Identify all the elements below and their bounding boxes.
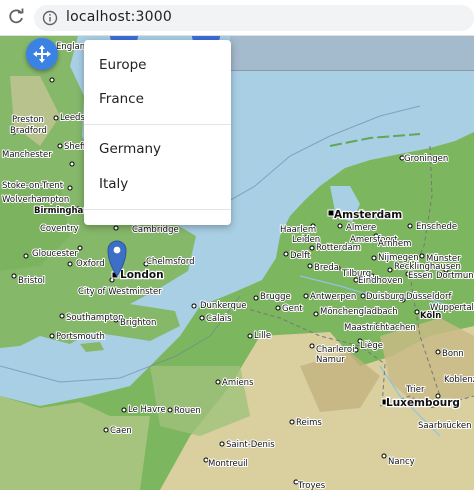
map-label-stoke: Stoke-on-Trent bbox=[2, 181, 64, 191]
map-top-overlay bbox=[230, 36, 474, 71]
map-view[interactable]: England Preston Leeds Bradford Mancheste… bbox=[0, 36, 474, 490]
map-label-almere: Almere bbox=[346, 223, 376, 233]
map-label-wolverhampton: Wolverhampton bbox=[2, 195, 69, 205]
map-label-liege: Liège bbox=[360, 340, 383, 351]
map-label-preston: Preston bbox=[12, 115, 44, 125]
map-label-maastricht: Maastricht bbox=[344, 323, 389, 333]
map-label-saarbrucken: Saarbrücken bbox=[418, 421, 472, 431]
map-label-coventry: Coventry bbox=[40, 224, 79, 234]
map-label-gent: Gent bbox=[282, 304, 303, 314]
map-label-caen: Caen bbox=[110, 426, 132, 436]
map-label-bristol: Bristol bbox=[18, 276, 45, 286]
map-label-rouen: Rouen bbox=[174, 406, 201, 416]
map-label-antwerpen: Antwerpen bbox=[310, 292, 356, 302]
map-label-leeds: Leeds bbox=[60, 113, 85, 123]
region-dropdown-menu: Europe France Germany Italy bbox=[84, 40, 231, 225]
map-label-calais: Calais bbox=[206, 314, 232, 324]
menu-divider-bottom bbox=[84, 209, 231, 210]
map-label-reims: Reims bbox=[296, 418, 322, 428]
menu-item-germany[interactable]: Germany bbox=[99, 141, 161, 157]
map-label-arnhem: Arnhem bbox=[378, 239, 411, 249]
map-label-westminster: City of Westminster bbox=[78, 287, 162, 297]
map-label-enschede: Enschede bbox=[416, 222, 457, 232]
map-label-delft: Delft bbox=[290, 251, 311, 261]
reload-icon[interactable] bbox=[6, 7, 26, 27]
map-label-brugge: Brugge bbox=[260, 292, 291, 302]
map-label-dortmund: Dortmund bbox=[436, 271, 474, 281]
map-label-dusseldorf: Düsseldorf bbox=[406, 292, 452, 302]
map-label-charleroi: Charleroi bbox=[316, 345, 355, 355]
info-icon[interactable] bbox=[42, 10, 58, 26]
map-label-oxford: Oxford bbox=[76, 259, 105, 269]
map-label-bradford: Bradford bbox=[10, 126, 47, 136]
browser-toolbar: localhost:3000 bbox=[0, 0, 474, 36]
map-label-chelmsford: Chelmsford bbox=[146, 257, 195, 267]
map-label-koblenz: Koblenz bbox=[444, 375, 474, 385]
map-label-amiens: Amiens bbox=[222, 378, 254, 388]
map-label-troyes: Troyes bbox=[297, 481, 326, 490]
map-label-luxembourg: Luxembourg bbox=[386, 397, 460, 409]
map-label-manchester: Manchester bbox=[2, 150, 52, 160]
map-label-brighton: Brighton bbox=[120, 318, 156, 328]
map-label-bonn: Bonn bbox=[442, 349, 464, 359]
map-label-portsmouth: Portsmouth bbox=[56, 332, 105, 342]
map-label-saint-denis: Saint-Denis bbox=[226, 440, 275, 450]
map-label-nancy: Nancy bbox=[388, 457, 415, 467]
move-arrows-icon bbox=[33, 45, 51, 63]
map-label-amsterdam: Amsterdam bbox=[334, 209, 402, 221]
menu-item-europe[interactable]: Europe bbox=[99, 57, 146, 73]
map-label-eindhoven: Eindhoven bbox=[358, 276, 403, 286]
map-label-groningen: Groningen bbox=[404, 154, 448, 164]
menu-item-france[interactable]: France bbox=[99, 91, 144, 107]
map-label-gloucester: Gloucester bbox=[32, 249, 78, 259]
map-label-namur: Namur bbox=[316, 355, 345, 365]
map-label-montreuil: Montreuil bbox=[208, 459, 248, 469]
map-label-southampton: Southampton bbox=[66, 313, 124, 323]
map-label-london: London bbox=[120, 269, 164, 281]
map-label-monchengladbach: Mönchengladbach bbox=[320, 307, 398, 317]
map-label-trier: Trier bbox=[405, 385, 425, 395]
map-label-le-havre: Le Havre bbox=[128, 405, 166, 415]
menu-item-italy[interactable]: Italy bbox=[99, 176, 128, 192]
move-tool-button[interactable] bbox=[26, 38, 58, 70]
map-label-dunkerque: Dunkerque bbox=[200, 301, 247, 311]
map-label-essen: Essen bbox=[408, 271, 433, 281]
map-label-koln: Köln bbox=[420, 311, 441, 321]
map-label-cambridge: Cambridge bbox=[132, 225, 179, 235]
map-label-rotterdam: Rotterdam bbox=[316, 243, 361, 253]
menu-divider bbox=[84, 124, 231, 125]
map-label-lille: Lille bbox=[254, 331, 271, 341]
map-tiles[interactable]: England Preston Leeds Bradford Mancheste… bbox=[0, 36, 474, 490]
map-label-haarlem: Haarlem bbox=[280, 225, 316, 235]
map-label-breda: Breda bbox=[314, 263, 339, 273]
map-label-duisburg: Duisburg bbox=[366, 292, 404, 302]
address-url[interactable]: localhost:3000 bbox=[66, 9, 172, 25]
